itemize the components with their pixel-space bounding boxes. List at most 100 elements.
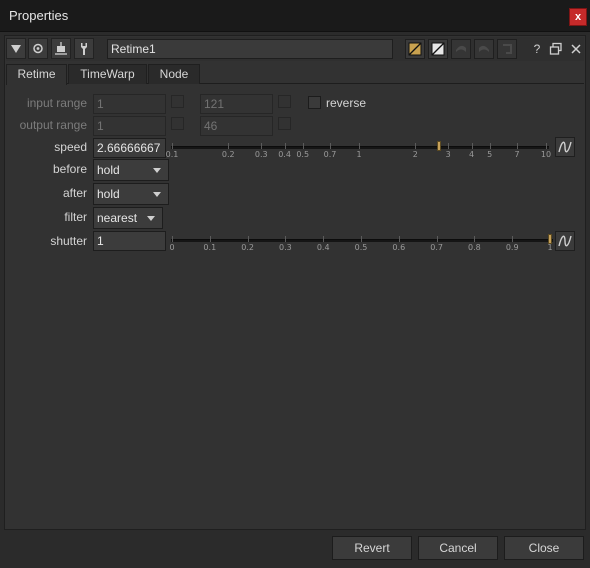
after-value: hold bbox=[97, 187, 120, 201]
slider-tick bbox=[415, 143, 417, 149]
slider-tick-label: 0.2 bbox=[241, 243, 254, 252]
input-range-last-checkbox[interactable] bbox=[278, 95, 291, 108]
speed-slider[interactable]: 0.1 0.2 0.3 0.4 0.5 0.7 1 2 3 4 5 7 10 bbox=[166, 139, 552, 159]
speed-animation-button[interactable] bbox=[555, 137, 575, 157]
node-input-icon bbox=[55, 42, 67, 55]
slider-tick-label: 0.3 bbox=[279, 243, 292, 252]
input-range-last-field[interactable]: 121 bbox=[200, 94, 273, 114]
window-title: Properties bbox=[9, 8, 69, 23]
slider-tick bbox=[302, 143, 304, 149]
cancel-button[interactable]: Cancel bbox=[418, 536, 498, 560]
close-button[interactable]: Close bbox=[504, 536, 584, 560]
help-icon[interactable]: ? bbox=[529, 40, 545, 58]
reverse-label: reverse bbox=[326, 96, 367, 110]
slider-tick-label: 0.1 bbox=[203, 243, 217, 252]
slider-tick-label: 0.6 bbox=[392, 243, 406, 252]
chevron-down-icon bbox=[147, 216, 155, 221]
tab-timewarp[interactable]: TimeWarp bbox=[68, 64, 147, 84]
slider-tick-label: 0.4 bbox=[316, 243, 330, 252]
slider-tick-label: 0.5 bbox=[296, 150, 310, 159]
slider-handle[interactable] bbox=[548, 234, 552, 244]
animation-curve-icon bbox=[558, 235, 572, 247]
slider-tick bbox=[323, 236, 325, 242]
before-label: before bbox=[52, 162, 87, 176]
after-label: after bbox=[62, 186, 87, 200]
before-value: hold bbox=[97, 163, 120, 177]
redo-button[interactable] bbox=[474, 39, 494, 59]
slider-tick bbox=[247, 236, 249, 242]
output-range-first-checkbox[interactable] bbox=[171, 117, 184, 130]
output-range-last-checkbox[interactable] bbox=[278, 117, 291, 130]
slider-tick-label: 7 bbox=[514, 150, 520, 159]
slider-tick bbox=[471, 143, 473, 149]
float-panel-icon[interactable] bbox=[548, 40, 564, 58]
redo-icon bbox=[479, 45, 489, 52]
shutter-label: shutter bbox=[50, 234, 87, 248]
close-panel-icon[interactable] bbox=[568, 40, 584, 58]
shutter-slider[interactable]: 0 0.1 0.2 0.3 0.4 0.5 0.6 0.7 0.8 0.9 1 bbox=[169, 232, 555, 252]
slider-tick bbox=[512, 236, 514, 242]
revert-icon bbox=[503, 44, 512, 54]
slider-tick bbox=[474, 236, 476, 242]
slider-tick bbox=[172, 236, 173, 242]
filter-dropdown[interactable]: nearest bbox=[93, 207, 163, 229]
slider-tick-label: 1 bbox=[356, 150, 362, 159]
collapse-triangle-icon bbox=[11, 45, 21, 53]
properties-panel bbox=[4, 35, 586, 530]
slider-tick bbox=[398, 236, 400, 242]
output-range-first-field[interactable]: 1 bbox=[93, 116, 166, 136]
input-range-first-field[interactable]: 1 bbox=[93, 94, 166, 114]
slider-tick-label: 0.7 bbox=[430, 243, 443, 252]
gl-color-icon bbox=[431, 42, 445, 56]
slider-tick-label: 3 bbox=[445, 150, 451, 159]
slider-tick bbox=[330, 143, 332, 149]
slider-tick bbox=[546, 143, 547, 149]
after-dropdown[interactable]: hold bbox=[93, 183, 169, 205]
before-dropdown[interactable]: hold bbox=[93, 159, 169, 181]
slider-tick bbox=[209, 236, 211, 242]
input-range-first-checkbox[interactable] bbox=[171, 95, 184, 108]
collapse-button[interactable] bbox=[6, 38, 26, 59]
color-swatch-button[interactable] bbox=[405, 39, 425, 59]
slider-tick-label: 0.5 bbox=[354, 243, 368, 252]
speed-label: speed bbox=[54, 140, 87, 154]
reverse-checkbox[interactable] bbox=[308, 96, 321, 109]
slider-tick-label: 0.8 bbox=[468, 243, 481, 252]
input-range-label: input range bbox=[26, 96, 87, 110]
slider-tick-label: 10 bbox=[540, 150, 552, 159]
chevron-down-icon bbox=[153, 168, 161, 173]
speed-input[interactable]: 2.66666667 bbox=[93, 138, 166, 158]
shutter-animation-button[interactable] bbox=[555, 231, 575, 251]
undo-button[interactable] bbox=[451, 39, 471, 59]
chevron-down-icon bbox=[153, 192, 161, 197]
slider-tick-label: 5 bbox=[487, 150, 493, 159]
animation-curve-icon bbox=[558, 141, 572, 153]
slider-track[interactable] bbox=[171, 239, 553, 242]
revert-button[interactable]: Revert bbox=[332, 536, 412, 560]
slider-tick bbox=[448, 143, 450, 149]
wrench-settings-button[interactable] bbox=[74, 38, 94, 59]
slider-tick bbox=[436, 236, 438, 242]
slider-tick-label: 0.9 bbox=[505, 243, 519, 252]
shutter-input[interactable]: 1 bbox=[93, 231, 166, 251]
gl-color-button[interactable] bbox=[428, 39, 448, 59]
revert-knobs-button[interactable] bbox=[497, 39, 517, 59]
center-viewer-button[interactable] bbox=[28, 38, 48, 59]
slider-tick bbox=[284, 143, 286, 149]
close-window-button[interactable]: x bbox=[569, 8, 587, 26]
output-range-last-field[interactable]: 46 bbox=[200, 116, 273, 136]
tab-node[interactable]: Node bbox=[148, 64, 200, 84]
slider-handle[interactable] bbox=[436, 141, 441, 151]
slider-tick-label: 0.2 bbox=[221, 150, 235, 159]
tab-retime[interactable]: Retime bbox=[6, 64, 67, 85]
slider-tick-label: 0.4 bbox=[278, 150, 291, 159]
slider-tick-label: 4 bbox=[469, 150, 475, 159]
input-node-button[interactable] bbox=[51, 38, 71, 59]
target-circle-icon bbox=[33, 43, 43, 54]
slider-tick bbox=[517, 143, 519, 149]
node-name-field[interactable]: Retime1 bbox=[107, 39, 393, 59]
slider-tick bbox=[228, 143, 230, 149]
output-range-label: output range bbox=[19, 118, 87, 132]
slider-tick bbox=[285, 236, 287, 242]
node-color-icon bbox=[408, 42, 422, 56]
